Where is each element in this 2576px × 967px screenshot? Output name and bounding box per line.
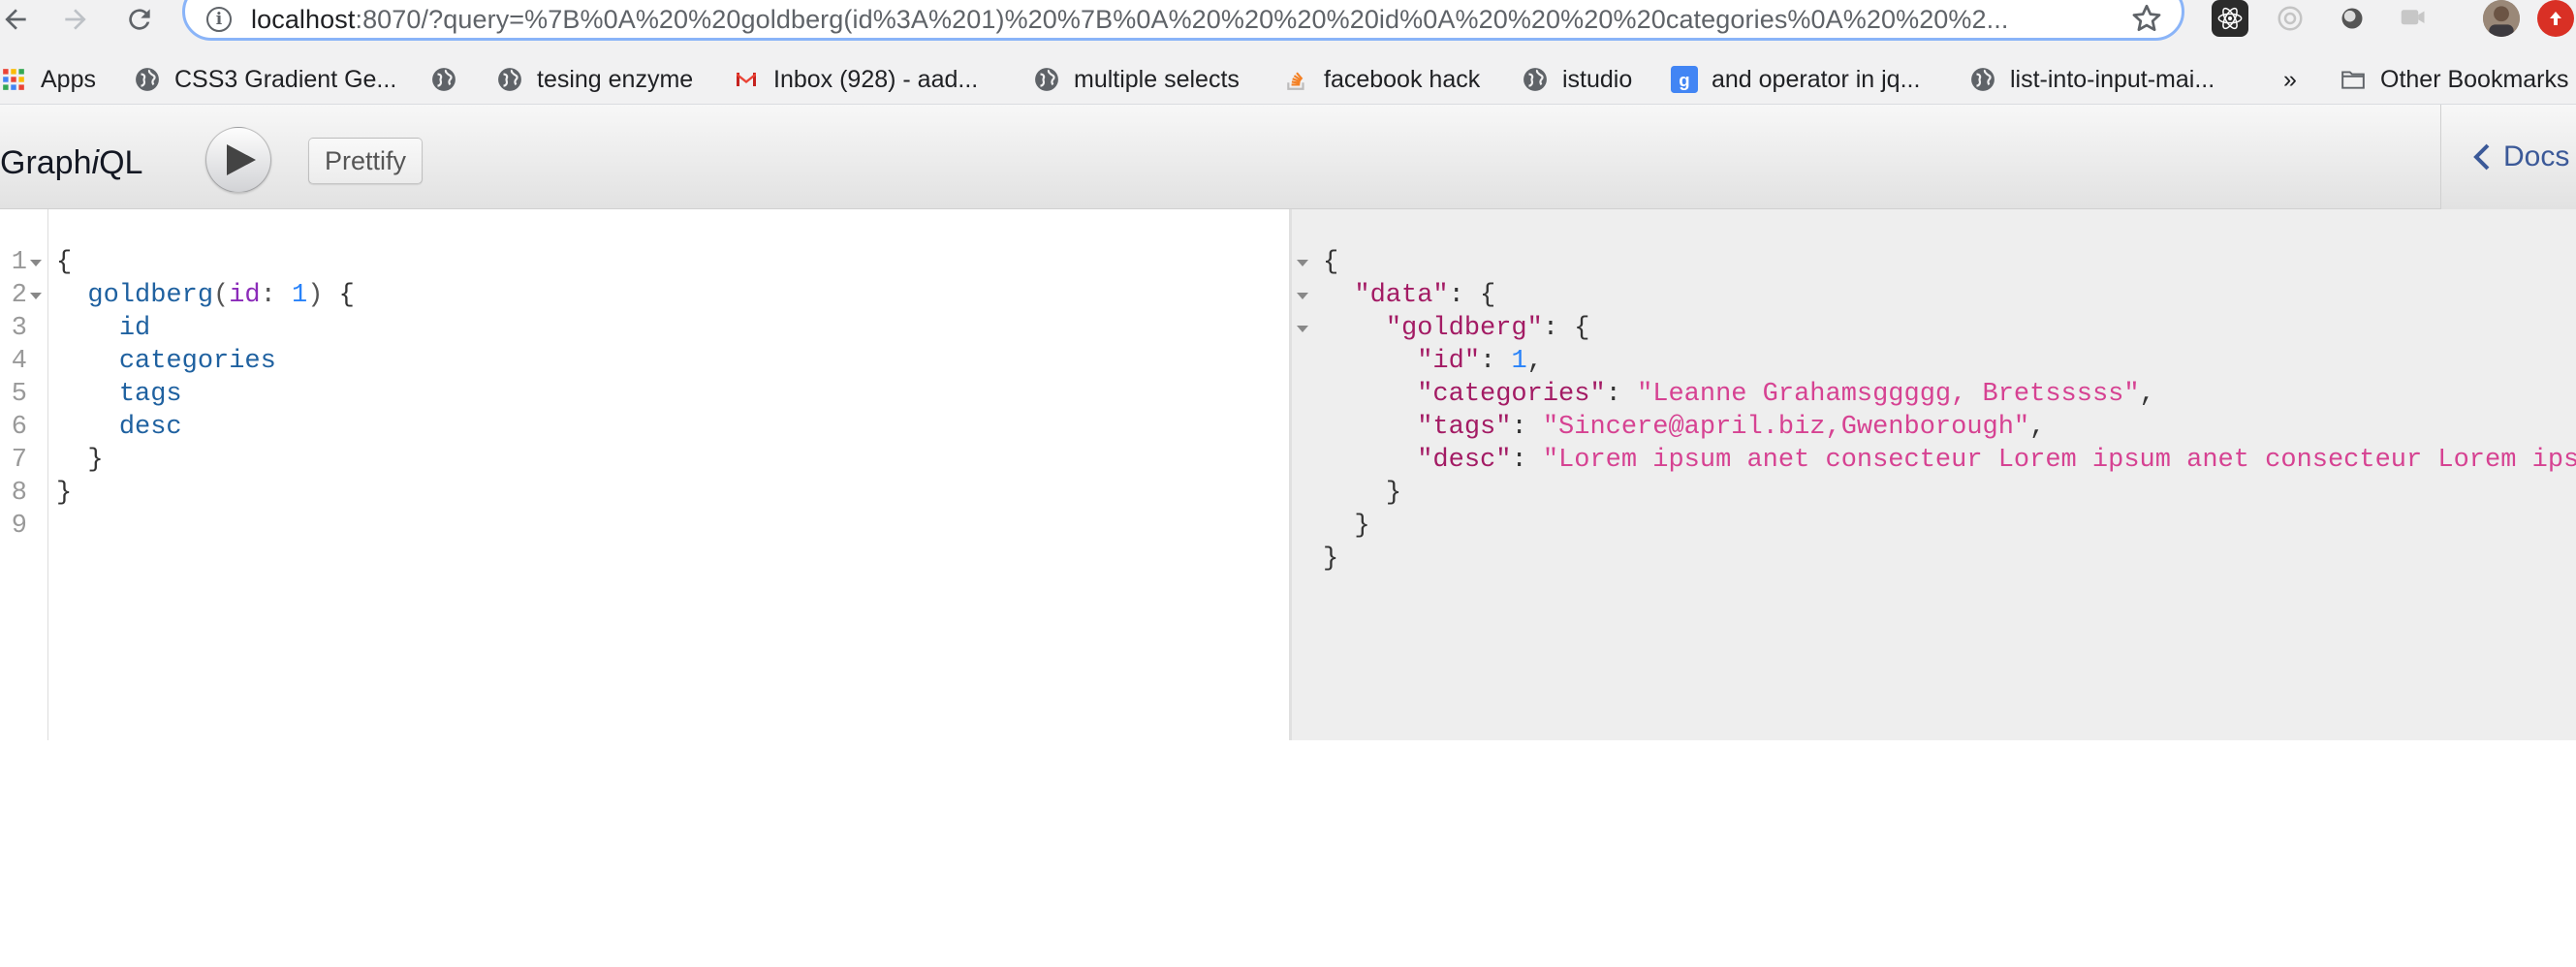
- line-number: 8: [11, 479, 27, 508]
- bookmark-list-into-input[interactable]: list-into-input-mai...: [1969, 62, 2215, 97]
- execute-query-button[interactable]: [205, 127, 271, 193]
- result-line: }: [1323, 545, 1339, 574]
- bookmark-unnamed[interactable]: [430, 62, 471, 97]
- line-number: 2: [11, 281, 27, 310]
- forward-arrow-icon: [65, 9, 86, 30]
- graphiql-toolbar: GraphiQL Prettify Docs: [0, 105, 2576, 209]
- browser-toolbar: i localhost:8070/?query=%7B%0A%20%20gold…: [0, 0, 2576, 54]
- react-devtools-extension-icon[interactable]: [2212, 0, 2248, 37]
- docs-explorer-button[interactable]: Docs: [2440, 105, 2576, 209]
- fold-toggle-icon[interactable]: [29, 279, 43, 312]
- query-line: desc: [118, 413, 182, 442]
- query-line: id: [118, 314, 151, 343]
- bookmark-multiple-selects[interactable]: multiple selects: [1033, 62, 1240, 97]
- url-text[interactable]: localhost:8070/?query=%7B%0A%20%20goldbe…: [251, 5, 2008, 35]
- back-button[interactable]: [0, 0, 39, 39]
- fold-toggle-icon[interactable]: [1296, 279, 1309, 312]
- screen-recorder-extension-icon[interactable]: [2394, 0, 2431, 37]
- graphiql-editors: 1 2 3 4 5 6 7 8 9 { goldberg(id: 1) { id…: [0, 209, 2576, 740]
- svg-text:g: g: [1679, 70, 1689, 90]
- query-line: }: [56, 479, 73, 508]
- google-icon: g: [1671, 66, 1698, 93]
- globe-icon: [496, 66, 523, 93]
- globe-icon: [1522, 66, 1549, 93]
- reload-button[interactable]: [116, 0, 163, 39]
- query-line: goldberg(id: 1) {: [87, 281, 355, 310]
- result-line: }: [1354, 512, 1370, 541]
- chevron-left-icon: [2473, 143, 2490, 171]
- bookmark-gmail-inbox[interactable]: Inbox (928) - aad...: [733, 62, 978, 97]
- bookmark-and-operator-jq[interactable]: g and operator in jq...: [1671, 62, 1920, 97]
- result-line: }: [1385, 479, 1402, 508]
- result-line: "id": 1,: [1417, 347, 1543, 376]
- line-number: 5: [11, 380, 27, 409]
- apps-grid-icon: [0, 66, 27, 93]
- bookmarks-bar: Apps CSS3 Gradient Ge... tesing enzyme I…: [0, 54, 2576, 105]
- user-avatar[interactable]: [2483, 0, 2520, 37]
- line-number: 7: [11, 446, 27, 475]
- globe-icon: [134, 66, 161, 93]
- gmail-icon: [733, 66, 760, 93]
- reload-icon: [129, 9, 150, 30]
- line-number: 1: [11, 248, 27, 277]
- capture-extension-icon[interactable]: [2272, 0, 2309, 37]
- result-viewer: { "data": { "goldberg": { "id": 1, "cate…: [1292, 209, 2576, 740]
- update-alert-icon[interactable]: [2537, 0, 2574, 37]
- circle-extension-icon[interactable]: [2334, 0, 2371, 37]
- site-info-icon[interactable]: i: [206, 7, 232, 32]
- query-editor[interactable]: 1 2 3 4 5 6 7 8 9 { goldberg(id: 1) { id…: [0, 209, 1289, 740]
- line-number: 4: [11, 347, 27, 376]
- query-line: categories: [118, 347, 276, 376]
- line-number: 3: [11, 314, 27, 343]
- other-bookmarks-folder[interactable]: Other Bookmarks: [2340, 62, 2569, 97]
- bookmark-apps[interactable]: Apps: [0, 62, 96, 97]
- globe-icon: [1033, 66, 1060, 93]
- result-line: "categories": "Leanne Grahamsggggg, Bret…: [1417, 380, 2155, 409]
- folder-icon: [2340, 66, 2367, 93]
- fold-toggle-icon[interactable]: [29, 246, 43, 279]
- bookmark-istudio[interactable]: istudio: [1522, 62, 1632, 97]
- prettify-button[interactable]: Prettify: [308, 138, 424, 184]
- bookmark-css3-gradient[interactable]: CSS3 Gradient Ge...: [134, 62, 396, 97]
- result-line: {: [1323, 248, 1339, 277]
- query-line: {: [56, 248, 73, 277]
- fold-toggle-icon[interactable]: [1296, 246, 1309, 279]
- bookmark-facebook-hack[interactable]: facebook hack: [1283, 62, 1480, 97]
- play-icon: [227, 144, 256, 175]
- line-number: 9: [11, 512, 27, 541]
- forward-button[interactable]: [52, 0, 99, 39]
- line-number: 6: [11, 413, 27, 442]
- bookmarks-overflow-button[interactable]: »: [2283, 62, 2297, 97]
- back-arrow-icon: [5, 9, 26, 30]
- globe-icon: [1969, 66, 1996, 93]
- query-line: }: [87, 446, 104, 475]
- graphiql-title: GraphiQL: [0, 144, 143, 181]
- stack-overflow-icon: [1283, 66, 1310, 93]
- result-line: "tags": "Sincere@april.biz,Gwenborough",: [1417, 413, 2046, 442]
- result-line: "desc": "Lorem ipsum anet consecteur Lor…: [1417, 446, 2576, 475]
- bookmark-tesing-enzyme[interactable]: tesing enzyme: [496, 62, 693, 97]
- globe-icon: [430, 66, 457, 93]
- result-line: "goldberg": {: [1385, 314, 1590, 343]
- address-bar[interactable]: i localhost:8070/?query=%7B%0A%20%20gold…: [182, 0, 2184, 41]
- query-line: tags: [118, 380, 182, 409]
- fold-toggle-icon[interactable]: [1296, 312, 1309, 345]
- result-line: "data": {: [1354, 281, 1496, 310]
- bookmark-star-icon[interactable]: [2129, 1, 2164, 36]
